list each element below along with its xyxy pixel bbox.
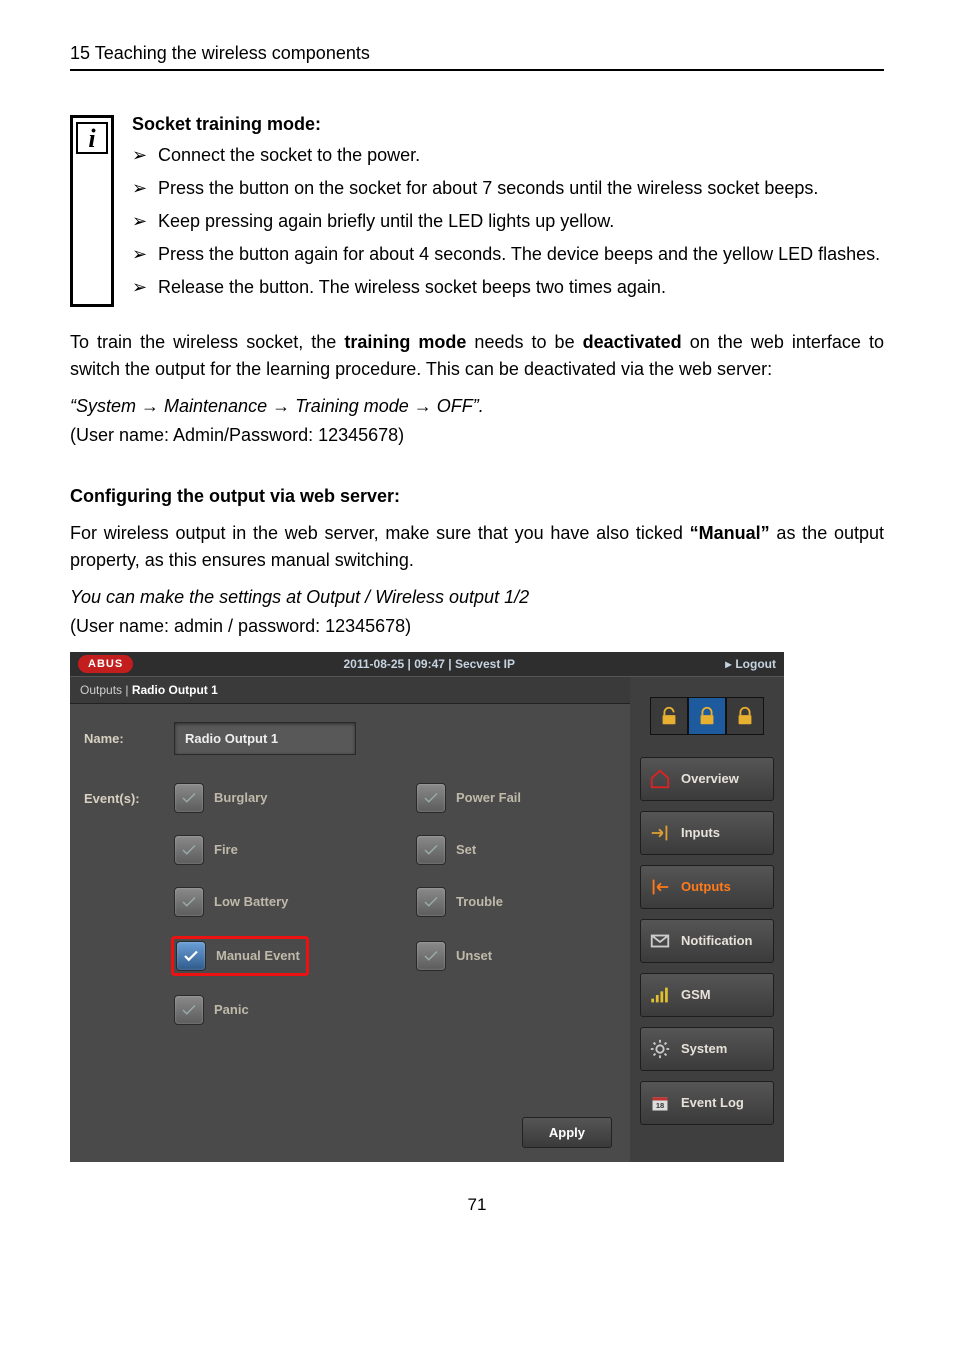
nav-inputs[interactable]: Inputs bbox=[640, 811, 774, 855]
abus-logo: ABUS bbox=[78, 655, 133, 674]
nav-eventlog[interactable]: 18 Event Log bbox=[640, 1081, 774, 1125]
checkbox-manual-event[interactable] bbox=[176, 941, 206, 971]
lock-partial-icon[interactable] bbox=[688, 697, 726, 735]
arrow-in-icon bbox=[649, 822, 671, 844]
event-label: Low Battery bbox=[214, 892, 288, 912]
credentials-line-2: (User name: admin / password: 12345678) bbox=[70, 613, 884, 640]
breadcrumb: Outputs | Radio Output 1 bbox=[70, 677, 630, 704]
event-label: Unset bbox=[456, 946, 492, 966]
training-step: Press the button again for about 4 secon… bbox=[132, 241, 884, 268]
checkbox-panic[interactable] bbox=[174, 995, 204, 1025]
checkbox-lowbattery[interactable] bbox=[174, 887, 204, 917]
event-label: Burglary bbox=[214, 788, 267, 808]
gear-icon bbox=[649, 1038, 671, 1060]
header-status: 2011-08-25 | 09:47 | Secvest IP bbox=[133, 655, 725, 673]
training-steps-list: Connect the socket to the power. Press t… bbox=[132, 142, 884, 301]
logout-link[interactable]: ▸ Logout bbox=[725, 655, 776, 673]
lock-open-icon[interactable] bbox=[650, 697, 688, 735]
event-label: Fire bbox=[214, 840, 238, 860]
calendar-icon: 18 bbox=[649, 1092, 671, 1114]
checkbox-set[interactable] bbox=[416, 835, 446, 865]
envelope-icon bbox=[649, 930, 671, 952]
checkbox-burglary[interactable] bbox=[174, 783, 204, 813]
checkbox-unset[interactable] bbox=[416, 941, 446, 971]
apply-button[interactable]: Apply bbox=[522, 1117, 612, 1148]
event-label: Trouble bbox=[456, 892, 503, 912]
checkbox-trouble[interactable] bbox=[416, 887, 446, 917]
nav-overview[interactable]: Overview bbox=[640, 757, 774, 801]
arm-state-row bbox=[630, 677, 784, 751]
event-label: Manual Event bbox=[216, 946, 300, 966]
checkbox-powerfail[interactable] bbox=[416, 783, 446, 813]
training-step: Press the button on the socket for about… bbox=[132, 175, 884, 202]
event-label: Panic bbox=[214, 1000, 249, 1020]
web-interface-screenshot: ABUS 2011-08-25 | 09:47 | Secvest IP ▸ L… bbox=[70, 652, 784, 1162]
page-header: 15 Teaching the wireless components bbox=[70, 40, 884, 71]
settings-location-line: You can make the settings at Output / Wi… bbox=[70, 584, 884, 611]
house-icon bbox=[649, 768, 671, 790]
nav-gsm[interactable]: GSM bbox=[640, 973, 774, 1017]
training-mode-paragraph: To train the wireless socket, the traini… bbox=[70, 329, 884, 383]
event-label: Set bbox=[456, 840, 476, 860]
nav-outputs[interactable]: Outputs bbox=[640, 865, 774, 909]
side-panel: Overview Inputs Outputs Notification GSM bbox=[630, 677, 784, 1162]
events-label: Event(s): bbox=[84, 783, 174, 809]
training-step: Connect the socket to the power. bbox=[132, 142, 884, 169]
app-header: ABUS 2011-08-25 | 09:47 | Secvest IP ▸ L… bbox=[70, 652, 784, 677]
credentials-line: (User name: Admin/Password: 12345678) bbox=[70, 422, 884, 449]
svg-text:18: 18 bbox=[656, 1101, 664, 1110]
name-input[interactable] bbox=[174, 722, 356, 755]
page-number: 71 bbox=[70, 1192, 884, 1218]
manual-event-highlight: Manual Event bbox=[171, 936, 309, 976]
configuring-heading: Configuring the output via web server: bbox=[70, 483, 884, 510]
info-icon: i bbox=[70, 115, 114, 307]
nav-notification[interactable]: Notification bbox=[640, 919, 774, 963]
lock-closed-icon[interactable] bbox=[726, 697, 764, 735]
event-label: Power Fail bbox=[456, 788, 521, 808]
settings-path: “System → Maintenance → Training mode → … bbox=[70, 393, 884, 420]
signal-icon bbox=[649, 984, 671, 1006]
training-step: Keep pressing again briefly until the LE… bbox=[132, 208, 884, 235]
name-label: Name: bbox=[84, 729, 174, 749]
manual-tick-paragraph: For wireless output in the web server, m… bbox=[70, 520, 884, 574]
info-block: i Socket training mode: Connect the sock… bbox=[70, 111, 884, 307]
arrow-out-icon bbox=[649, 876, 671, 898]
caret-right-icon: ▸ bbox=[725, 655, 731, 673]
training-step: Release the button. The wireless socket … bbox=[132, 274, 884, 301]
checkbox-fire[interactable] bbox=[174, 835, 204, 865]
nav-system[interactable]: System bbox=[640, 1027, 774, 1071]
socket-training-heading: Socket training mode: bbox=[132, 111, 884, 138]
